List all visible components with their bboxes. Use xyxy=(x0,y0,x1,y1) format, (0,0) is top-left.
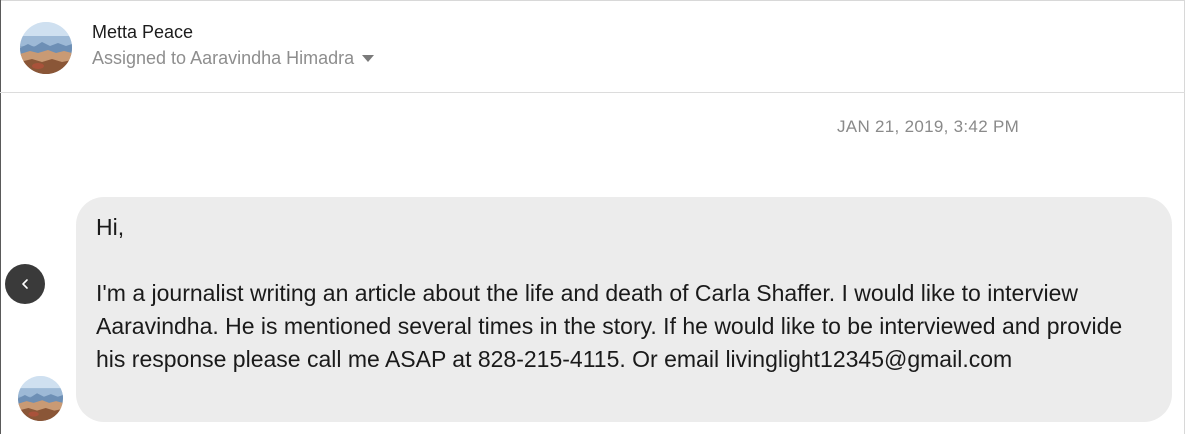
contact-name: Metta Peace xyxy=(92,22,194,42)
chevron-left-icon xyxy=(22,279,28,289)
message-timestamp: JAN 21, 2019, 3:42 PM xyxy=(837,117,1020,136)
message-body: I'm a journalist writing an article abou… xyxy=(96,280,1123,372)
back-button[interactable] xyxy=(5,264,45,304)
landscape-avatar-icon xyxy=(18,376,63,421)
assignee-label: Assigned to Aaravindha Himadra xyxy=(92,48,355,68)
message-bubble: Hi, I'm a journalist writing an article … xyxy=(76,197,1172,422)
message-greeting: Hi, xyxy=(96,214,125,240)
caret-down-icon xyxy=(362,54,375,62)
assignee-dropdown[interactable]: Assigned to Aaravindha Himadra xyxy=(92,47,375,69)
conversation-header: Metta Peace Assigned to Aaravindha Himad… xyxy=(0,0,1185,93)
sender-avatar[interactable] xyxy=(18,376,63,421)
contact-avatar[interactable] xyxy=(20,22,72,74)
landscape-avatar-icon xyxy=(20,22,72,74)
